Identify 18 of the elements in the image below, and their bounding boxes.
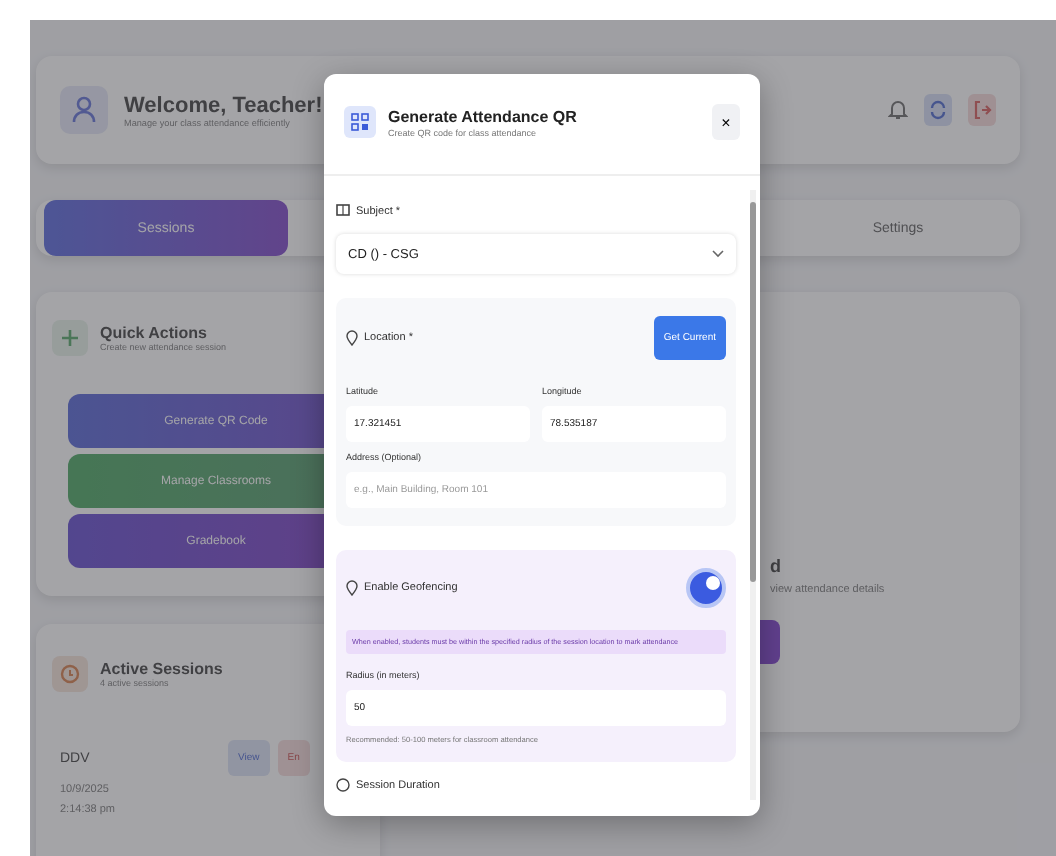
chevron-down-icon	[712, 250, 724, 258]
user-icon	[60, 86, 108, 134]
pin-icon	[346, 330, 358, 346]
book-icon	[336, 204, 350, 218]
logout-icon[interactable]	[968, 94, 996, 126]
pin-icon	[346, 580, 358, 596]
bell-icon[interactable]	[888, 98, 908, 122]
active-sessions-title: Active Sessions	[100, 660, 223, 678]
scrollbar[interactable]	[750, 190, 756, 800]
refresh-icon[interactable]	[924, 94, 952, 126]
plus-icon	[52, 320, 88, 356]
dialog-title: Generate Attendance QR	[388, 107, 579, 125]
qr-icon	[344, 106, 376, 138]
welcome-title: Welcome, Teacher!	[124, 93, 323, 117]
close-button[interactable]: ×	[712, 104, 740, 140]
quick-actions-title: Quick Actions	[100, 324, 209, 342]
details-title: d	[770, 556, 783, 576]
geofencing-toggle[interactable]	[686, 568, 726, 608]
